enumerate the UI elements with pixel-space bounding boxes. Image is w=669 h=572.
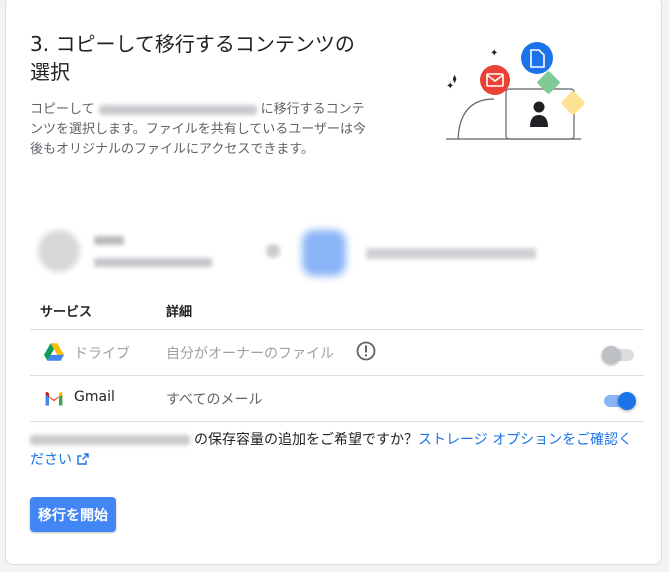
account-transfer-summary <box>30 222 536 284</box>
storage-text: の保存容量の追加をご希望ですか？ <box>194 432 418 448</box>
table-row-gmail: Gmail すべてのメール <box>30 376 644 422</box>
column-header-detail: 詳細 <box>166 305 193 320</box>
section-description: コピーして に移行するコンテンツを選択します。ファイルを共有しているユーザーは今後… <box>30 100 370 160</box>
service-detail: すべてのメール <box>166 392 263 408</box>
redacted-name <box>94 236 124 245</box>
section-title: 3. コピーして移行するコンテンツの選択 <box>30 32 355 84</box>
table-row-drive: ドライブ 自分がオーナーのファイル <box>30 330 644 376</box>
redacted-destination-email <box>366 248 536 259</box>
svg-text:✦: ✦ <box>446 81 454 92</box>
source-avatar <box>38 230 80 272</box>
svg-text:✦: ✦ <box>490 48 498 59</box>
arrow-right-icon <box>266 244 280 258</box>
storage-notice: の保存容量の追加をご希望ですか？ストレージ オプションをご確認ください <box>30 430 645 470</box>
toggle-knob <box>618 392 636 410</box>
migration-card: 3. コピーして移行するコンテンツの選択 コピーして に移行するコンテンツを選択し… <box>5 0 662 565</box>
services-table: サービス 詳細 ドライブ 自分がオーナーのファイル Gmail すべてのメール <box>30 292 644 422</box>
column-header-service: サービス <box>40 305 93 320</box>
service-detail: 自分がオーナーのファイル <box>166 346 334 362</box>
gmail-icon <box>45 391 63 406</box>
description-prefix: コピーして <box>30 102 95 117</box>
redacted-email <box>98 104 257 115</box>
start-migration-button[interactable]: 移行を開始 <box>30 497 116 532</box>
migration-illustration: ✦ ✦ <box>446 42 585 140</box>
toggle-knob <box>602 346 620 364</box>
info-icon[interactable] <box>356 341 376 361</box>
service-name: Gmail <box>74 389 115 405</box>
redacted-source-email <box>94 258 212 267</box>
redacted-email <box>30 435 190 445</box>
gmail-toggle[interactable] <box>602 389 636 410</box>
table-header: サービス 詳細 <box>30 292 644 330</box>
google-drive-icon <box>44 343 64 361</box>
open-in-new-icon <box>77 453 89 465</box>
destination-avatar <box>302 230 346 276</box>
service-name: ドライブ <box>74 346 130 362</box>
drive-toggle[interactable] <box>602 343 636 364</box>
